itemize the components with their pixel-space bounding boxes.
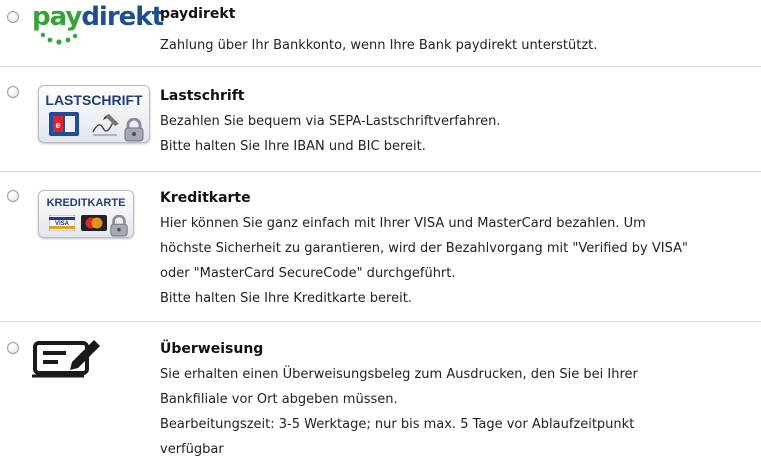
payment-description: Zahlung über Ihr Bankkonto, wenn Ihre Ba…	[160, 33, 760, 58]
payment-description-line: Zahlung über Ihr Bankkonto, wenn Ihre Ba…	[160, 38, 598, 53]
payment-description-line: Bearbeitungszeit: 3-5 Werktage; nur bis …	[160, 417, 635, 432]
payment-description-line: Bankfiliale vor Ort abgeben müssen.	[160, 392, 398, 407]
paydirekt-logo: paydirekt	[32, 2, 164, 46]
payment-title: paydirekt	[160, 6, 236, 22]
radio-kreditkarte[interactable]	[7, 190, 19, 202]
payment-option-paydirekt[interactable]: paydirekt paydirekt Zahlung über Ihr Ban…	[0, 0, 761, 66]
lock-icon	[124, 118, 144, 142]
payment-description-line: verfügbar	[160, 442, 224, 457]
visa-card-icon: VISA	[49, 215, 75, 231]
lock-icon	[110, 215, 128, 237]
payment-title: Lastschrift	[160, 88, 245, 104]
paydirekt-logo-pay: pay	[32, 2, 82, 32]
payment-title: Überweisung	[160, 341, 264, 357]
payment-description-line: Bezahlen Sie bequem via SEPA-Lastschrift…	[160, 114, 501, 129]
lastschrift-badge-label: LASTSCHRIFT	[45, 92, 143, 108]
payment-title: Kreditkarte	[160, 190, 251, 206]
payment-description-line: höchste Sicherheit zu garantieren, wird …	[160, 241, 688, 256]
payment-description-line: oder "MasterCard SecureCode" durchgeführ…	[160, 266, 456, 281]
payment-method-list: paydirekt paydirekt Zahlung über Ihr Ban…	[0, 0, 761, 459]
payment-description-line: Sie erhalten einen Überweisungsbeleg zum…	[160, 367, 638, 382]
payment-option-kreditkarte[interactable]: KREDITKARTE VISA Kreditkarte Hier können…	[0, 172, 761, 321]
radio-paydirekt[interactable]	[7, 11, 19, 23]
ec-card-icon: e	[49, 112, 79, 136]
signature-pen-icon	[92, 114, 119, 136]
svg-text:VISA: VISA	[55, 221, 70, 227]
payment-description: Bezahlen Sie bequem via SEPA-Lastschrift…	[160, 109, 760, 159]
kreditkarte-badge: KREDITKARTE VISA	[38, 190, 134, 238]
mastercard-icon	[81, 215, 107, 231]
radio-ueberweisung[interactable]	[7, 342, 19, 354]
lastschrift-badge: LASTSCHRIFT e	[38, 85, 150, 143]
payment-description-line: Bitte halten Sie Ihre IBAN und BIC berei…	[160, 139, 426, 154]
payment-description-line: Hier können Sie ganz einfach mit Ihrer V…	[160, 216, 646, 231]
svg-text:e: e	[55, 120, 60, 130]
payment-option-ueberweisung[interactable]: Überweisung Sie erhalten einen Überweisu…	[0, 322, 761, 459]
paydirekt-dots-icon	[40, 32, 78, 45]
radio-lastschrift[interactable]	[7, 86, 19, 98]
payment-option-lastschrift[interactable]: LASTSCHRIFT e Lastschrift Bezahlen Sie b	[0, 67, 761, 171]
payment-description: Sie erhalten einen Überweisungsbeleg zum…	[160, 362, 760, 462]
payment-description-line: Bitte halten Sie Ihre Kreditkarte bereit…	[160, 291, 412, 306]
kreditkarte-badge-label: KREDITKARTE	[46, 197, 126, 209]
transfer-form-icon	[32, 337, 103, 378]
paydirekt-logo-direkt: direkt	[81, 2, 164, 32]
payment-description: Hier können Sie ganz einfach mit Ihrer V…	[160, 211, 760, 311]
